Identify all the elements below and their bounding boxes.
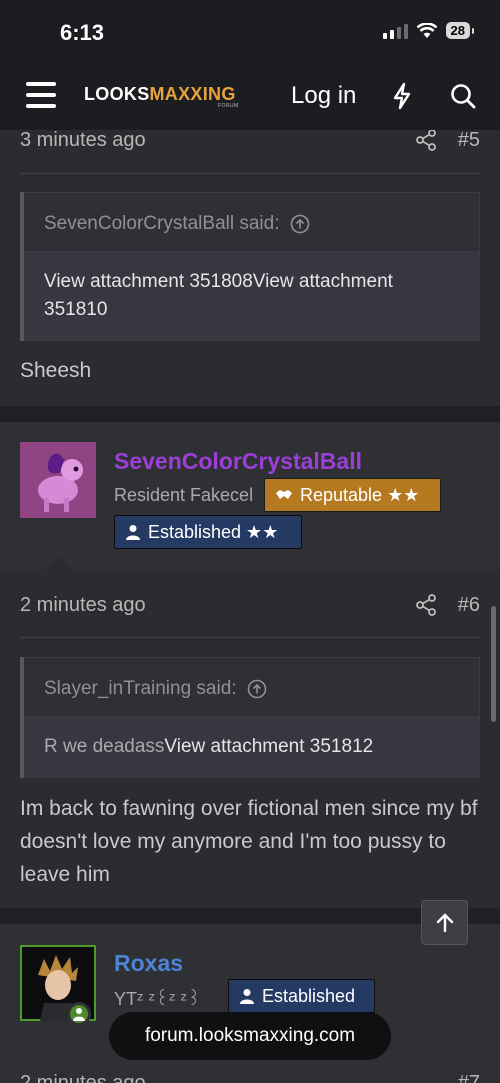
avatar[interactable]	[20, 442, 96, 518]
cell-signal-icon	[382, 23, 408, 39]
browser-url-bar[interactable]: forum.looksmaxxing.com	[109, 1012, 391, 1060]
search-icon[interactable]	[449, 82, 477, 110]
post-pointer	[44, 556, 72, 570]
logo-subtitle: FORUM	[218, 103, 239, 109]
post-6-message: Im back to fawning over fictional men si…	[20, 797, 478, 886]
username[interactable]: Roxas	[114, 950, 183, 977]
quote-text[interactable]: View attachment 351808View attachment 35…	[24, 252, 480, 341]
menu-icon[interactable]	[26, 82, 56, 108]
handshake-icon	[276, 490, 292, 499]
top-bar: 6:13 28 LOOKSMAXXING FORUM Log in	[0, 0, 500, 130]
share-icon[interactable]	[415, 594, 437, 616]
status-time: 6:13	[60, 20, 105, 45]
status-indicators: 28	[382, 22, 475, 39]
site-logo[interactable]: LOOKSMAXXING	[84, 84, 236, 105]
username[interactable]: SevenColorCrystalBall	[114, 448, 362, 475]
quote-text: R we deadassView attachment 351812	[24, 717, 480, 778]
post-5-quote: SevenColorCrystalBall said: View attachm…	[20, 192, 480, 341]
share-icon[interactable]	[415, 129, 437, 151]
wifi-icon	[416, 22, 437, 38]
user-icon	[240, 989, 254, 1004]
user-title: Resident Fakecel	[114, 485, 254, 505]
lightning-bolt-icon[interactable]	[390, 82, 414, 110]
post-7-time[interactable]: 2 minutes ago	[20, 1072, 146, 1083]
user-icon	[126, 525, 140, 540]
post-5-message: Sheesh	[20, 359, 92, 382]
online-status-icon	[67, 1002, 91, 1026]
scrollbar[interactable]	[491, 606, 496, 722]
post-6-quote: Slayer_inTraining said: R we deadassView…	[20, 657, 480, 778]
scroll-to-top-button[interactable]	[421, 900, 468, 945]
user-title: YTᶻ ᶻ꒰ᶻ ᶻ꒱	[114, 989, 201, 1009]
divider	[20, 637, 480, 638]
arrow-up-icon	[436, 912, 453, 932]
go-to-quote-icon[interactable]	[290, 214, 310, 234]
reputable-badge: Reputable ★★	[264, 478, 441, 512]
attachment-link[interactable]: View attachment 351812	[164, 736, 373, 757]
established-badge: Established ★★	[114, 515, 302, 549]
established-badge: Established	[228, 979, 375, 1013]
post-7-number[interactable]: #7	[458, 1072, 480, 1083]
login-button[interactable]: Log in	[291, 82, 356, 110]
quote-author[interactable]: SevenColorCrystalBall said:	[44, 213, 280, 235]
post-6-time[interactable]: 2 minutes ago	[20, 594, 146, 617]
post-5-number[interactable]: #5	[458, 129, 480, 152]
post-6-user-block: SevenColorCrystalBall Resident Fakecel R…	[0, 422, 500, 570]
post-separator	[0, 406, 500, 422]
divider	[20, 173, 480, 174]
go-to-quote-icon[interactable]	[247, 679, 267, 699]
battery-indicator: 28	[445, 22, 475, 39]
post-5-time[interactable]: 3 minutes ago	[20, 129, 146, 152]
post-6-number[interactable]: #6	[458, 594, 480, 617]
quote-author[interactable]: Slayer_inTraining said:	[44, 678, 237, 700]
